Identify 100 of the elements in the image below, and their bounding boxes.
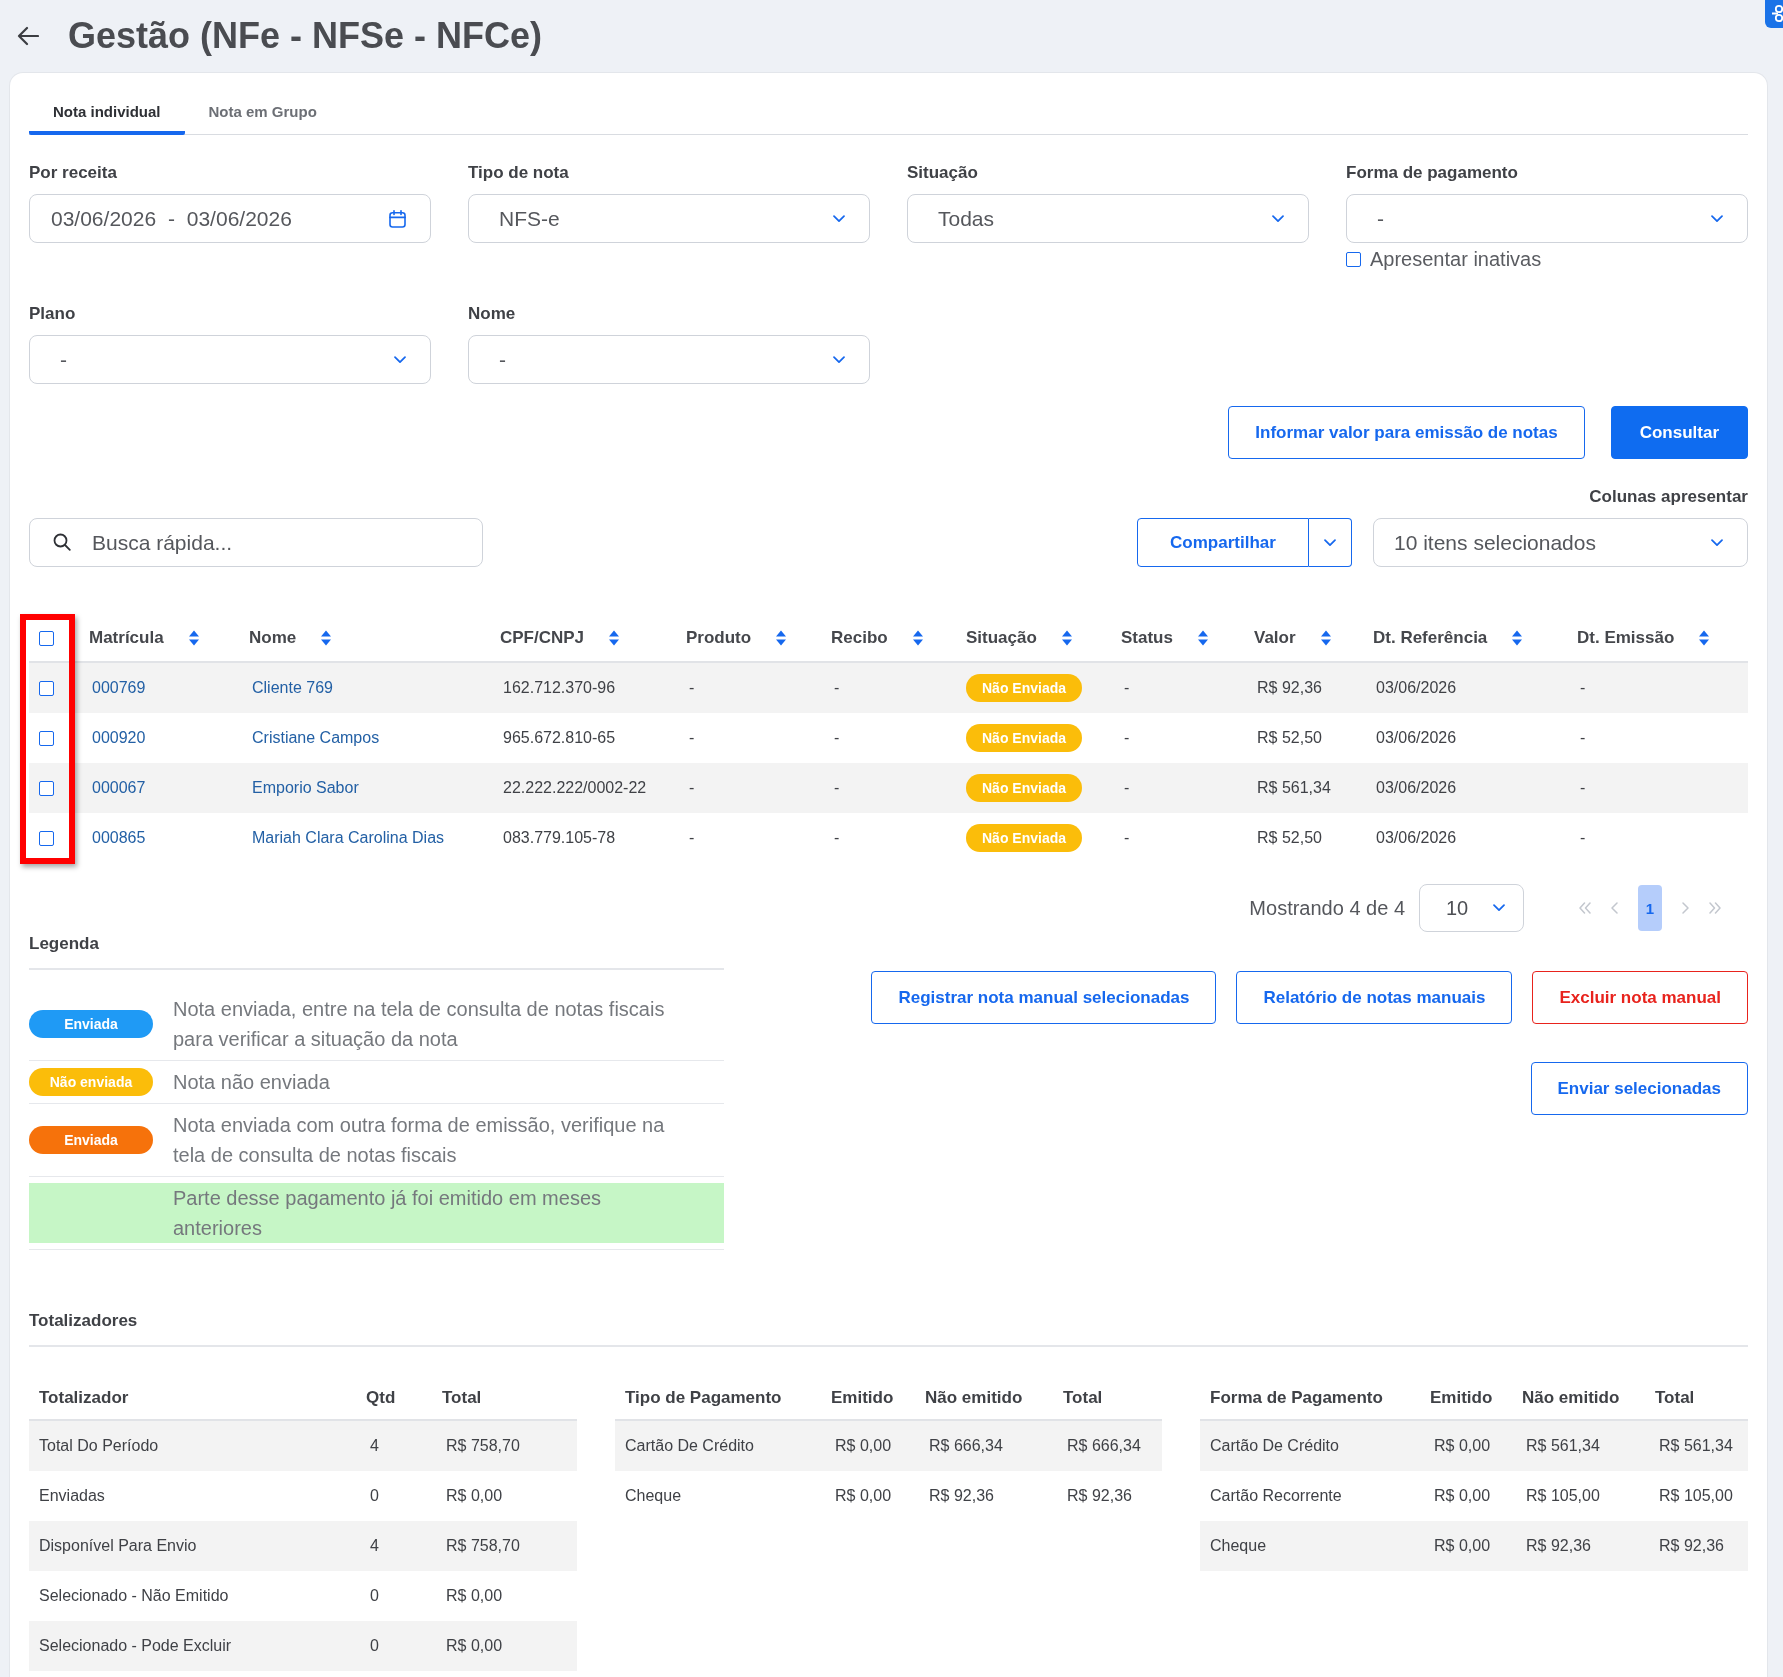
sort-icon[interactable] [1511, 629, 1524, 647]
search-field[interactable]: Busca rápida... [29, 518, 483, 567]
page-title: Gestão (NFe - NFSe - NFCe) [68, 15, 543, 57]
table-cell-text: R$ 666,34 [1066, 1437, 1141, 1455]
checkbox[interactable] [39, 730, 54, 746]
table-cell-text: 03/06/2026 [1375, 679, 1457, 697]
sort-icon[interactable] [775, 629, 788, 647]
table-cell-text: - [833, 679, 840, 697]
action-button[interactable]: Relatório de notas manuais [1236, 971, 1513, 1024]
tab[interactable]: Nota em Grupo [184, 92, 341, 135]
client-name-link[interactable]: Cristiane Campos [246, 729, 380, 747]
widget-tab-icon[interactable] [1765, 0, 1783, 28]
checkbox[interactable] [1346, 251, 1361, 267]
table-cell-text: 03/06/2026 [1375, 729, 1457, 747]
column-header[interactable]: Valor [1254, 628, 1332, 648]
table-cell-text: R$ 758,70 [445, 1537, 520, 1555]
checkbox[interactable] [39, 680, 54, 696]
table-cell-text: R$ 52,50 [1256, 729, 1322, 747]
chevron-down-icon [833, 214, 845, 223]
table-cell-text: 083.779.105-78 [502, 829, 616, 847]
select-field[interactable]: - [468, 335, 870, 384]
page-size-select[interactable]: 10 [1419, 884, 1524, 932]
columns-select[interactable]: 10 itens selecionados [1373, 518, 1748, 567]
table-cell-text: - [833, 829, 840, 847]
date-range-field[interactable]: 03/06/2026 - 03/06/2026 [29, 194, 431, 243]
table-cell-text: R$ 561,34 [1658, 1437, 1733, 1455]
column-header: Emitido [830, 1388, 894, 1408]
column-header[interactable]: CPF/CNPJ [500, 628, 621, 648]
checkbox[interactable] [39, 630, 54, 646]
share-menu-button[interactable] [1309, 518, 1352, 567]
table-cell-text: - [1579, 729, 1586, 747]
column-header[interactable]: Matrícula [89, 628, 200, 648]
table-cell-text: - [1579, 679, 1586, 697]
select-field[interactable]: - [29, 335, 431, 384]
table-cell-text: R$ 561,34 [1256, 779, 1331, 797]
matricula-link[interactable]: 000769 [86, 679, 146, 697]
column-header[interactable]: Recibo [831, 628, 924, 648]
column-header[interactable]: Produto [686, 628, 788, 648]
column-header[interactable]: Dt. Referência [1373, 628, 1524, 648]
column-header[interactable]: Situação [966, 628, 1073, 648]
action-button[interactable]: Registrar nota manual selecionadas [871, 971, 1217, 1024]
select-field[interactable]: NFS-e [468, 194, 870, 243]
sort-icon[interactable] [1060, 629, 1073, 647]
column-header: Qtd [365, 1388, 396, 1408]
calendar-icon[interactable] [389, 209, 406, 228]
table-cell-text: - [1123, 729, 1130, 747]
select-field[interactable]: Todas [907, 194, 1309, 243]
column-header: Total [441, 1388, 482, 1408]
table-cell-text: R$ 0,00 [834, 1487, 892, 1505]
chevron-down-icon [1711, 214, 1723, 223]
sort-icon[interactable] [911, 629, 924, 647]
matricula-link[interactable]: 000865 [86, 829, 146, 847]
sort-icon[interactable] [1196, 629, 1209, 647]
matricula-link[interactable]: 000067 [86, 779, 146, 797]
table-cell-text: R$ 0,00 [1433, 1437, 1491, 1455]
chevron-down-icon [1324, 538, 1336, 547]
back-arrow-icon[interactable] [17, 26, 39, 46]
client-name-link[interactable]: Emporio Sabor [246, 779, 359, 797]
table-cell-text: 0 [369, 1487, 379, 1505]
field-label: Colunas apresentar [1589, 487, 1748, 507]
sort-icon[interactable] [320, 629, 333, 647]
client-name-link[interactable]: Cliente 769 [246, 679, 333, 697]
tab[interactable]: Nota individual [29, 92, 185, 135]
field-label: Plano [29, 304, 77, 324]
select-field[interactable]: - [1346, 194, 1748, 243]
column-header[interactable]: Status [1121, 628, 1209, 648]
table-cell-text: R$ 105,00 [1525, 1487, 1600, 1505]
share-button[interactable]: Compartilhar [1137, 518, 1309, 567]
column-header: Forma de Pagamento [1209, 1388, 1383, 1408]
checkbox-label[interactable]: Apresentar inativas [1370, 249, 1542, 269]
action-button[interactable]: Excluir nota manual [1532, 971, 1748, 1024]
column-header: Total [1062, 1388, 1103, 1408]
table-cell-text: - [833, 729, 840, 747]
status-badge: Não Enviada [966, 774, 1083, 802]
table-cell-text: R$ 92,36 [928, 1487, 994, 1505]
table-cell-text: R$ 92,36 [1525, 1537, 1591, 1555]
action-button[interactable]: Consultar [1610, 406, 1748, 459]
sort-icon[interactable] [1319, 629, 1332, 647]
matricula-link[interactable]: 000920 [86, 729, 146, 747]
status-badge: Não Enviada [966, 674, 1083, 702]
table-cell-text: - [688, 829, 695, 847]
table-cell-text: Selecionado - Pode Excluir [38, 1637, 232, 1655]
status-badge: Não Enviada [966, 824, 1083, 852]
sort-icon[interactable] [187, 629, 200, 647]
status-badge: Não enviada [29, 1068, 153, 1096]
sort-icon[interactable] [1698, 629, 1711, 647]
checkbox[interactable] [39, 830, 54, 846]
client-name-link[interactable]: Mariah Clara Carolina Dias [246, 829, 445, 847]
checkbox[interactable] [39, 780, 54, 796]
table-cell-text: Cartão De Crédito [624, 1437, 754, 1455]
table-cell-text: Cheque [624, 1487, 682, 1505]
action-button[interactable]: Informar valor para emissão de notas [1228, 406, 1585, 459]
column-header[interactable]: Nome [249, 628, 333, 648]
action-button[interactable]: Enviar selecionadas [1530, 1062, 1748, 1115]
column-header[interactable]: Dt. Emissão [1577, 628, 1711, 648]
table-cell-text: Selecionado - Não Emitido [38, 1587, 229, 1605]
sort-icon[interactable] [608, 629, 621, 647]
table-cell-text: 162.712.370-96 [502, 679, 616, 697]
table-cell-text: Total Do Período [38, 1437, 159, 1455]
column-header: Emitido [1429, 1388, 1493, 1408]
